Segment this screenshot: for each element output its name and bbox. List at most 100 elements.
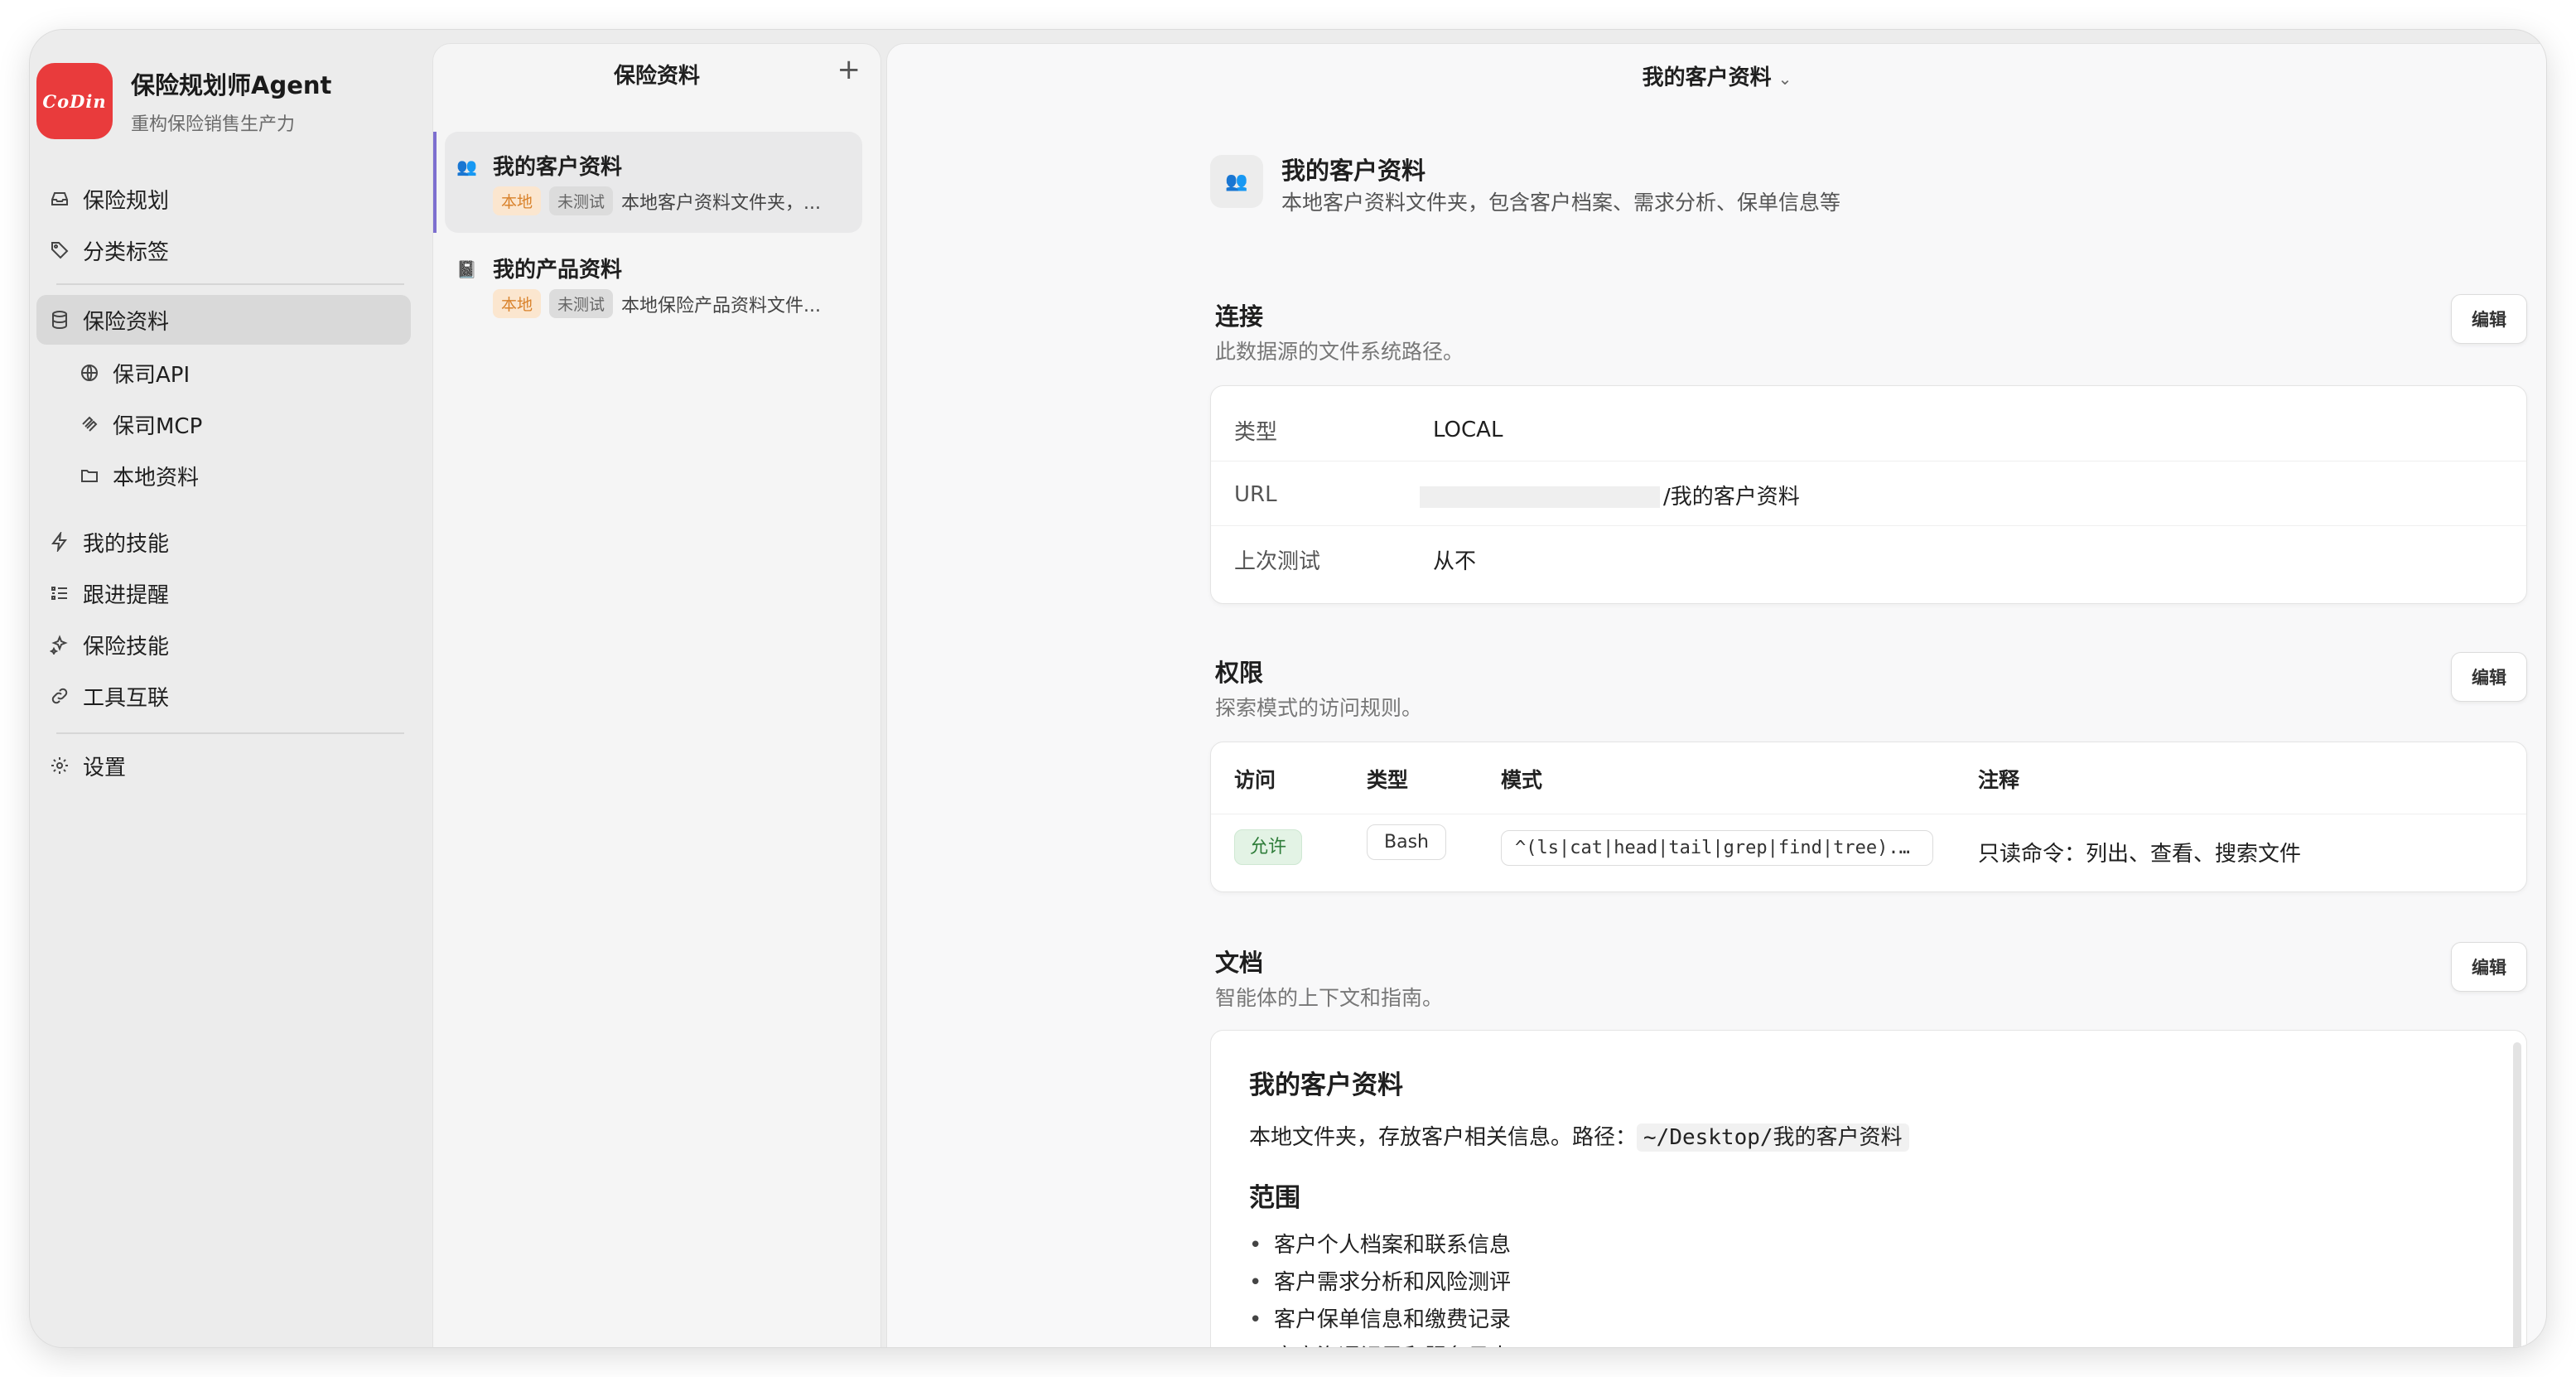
- list-item: 客户沟通记录和服务日志: [1249, 1340, 1511, 1347]
- permissions-title: 权限: [1215, 659, 1264, 687]
- docs-subtitle: 智能体的上下文和指南。: [1215, 986, 1444, 1010]
- app-logo: CoDin: [36, 63, 113, 139]
- detail-title-dropdown[interactable]: 我的客户资料 ⌄: [887, 60, 2546, 91]
- sparkle-icon: [48, 633, 71, 656]
- permissions-edit-button[interactable]: 编辑: [2451, 652, 2527, 702]
- doc-paragraph: 本地文件夹，存放客户相关信息。路径： ~/Desktop/我的客户资料: [1249, 1120, 1909, 1152]
- column-header: 注释: [1978, 768, 2020, 792]
- list-item: 客户保单信息和缴费记录: [1249, 1302, 1511, 1340]
- connection-subtitle: 此数据源的文件系统路径。: [1215, 340, 1464, 364]
- sources-title: 保险资料: [613, 64, 700, 89]
- sidebar: CoDin 保险规划师Agent 重构保险销售生产力 保险规划 分类标签 保险资…: [30, 30, 431, 1347]
- sidebar-item-follow-up[interactable]: 跟进提醒: [36, 568, 411, 618]
- redacted-path: [1420, 486, 1660, 508]
- checklist-icon: [48, 582, 71, 605]
- sources-panel: 保险资料 + 👥 我的客户资料 本地 未测试 本地客户资料文件夹，... 📓 我…: [432, 43, 881, 1347]
- docs-title: 文档: [1215, 949, 1264, 977]
- sidebar-item-label: 保险规划: [83, 188, 170, 214]
- doc-subheading: 范围: [1249, 1183, 1300, 1213]
- source-item[interactable]: 📓 我的产品资料 本地 未测试 本地保险产品资料文件...: [445, 234, 862, 336]
- local-badge: 本地: [493, 186, 542, 215]
- sidebar-item-label: 分类标签: [83, 239, 170, 265]
- sidebar-divider: [56, 732, 404, 734]
- kv-row: 上次测试 从不: [1211, 527, 2526, 592]
- app-name: 保险规划师Agent: [131, 71, 332, 99]
- source-name: 我的客户资料: [493, 155, 623, 180]
- app-subtitle: 重构保险销售生产力: [131, 114, 296, 135]
- kv-row: URL /我的客户资料: [1211, 462, 2526, 527]
- sidebar-divider: [56, 283, 404, 285]
- docs-card: 我的客户资料 本地文件夹，存放客户相关信息。路径： ~/Desktop/我的客户资…: [1210, 1030, 2527, 1347]
- tag-icon: [48, 239, 71, 262]
- kv-value: LOCAL: [1433, 418, 1503, 442]
- sidebar-item-insurer-mcp[interactable]: 保司MCP: [66, 399, 411, 449]
- doc-paragraph-text: 本地文件夹，存放客户相关信息。路径：: [1249, 1125, 1638, 1150]
- users-icon: 👥: [456, 157, 477, 176]
- globe-icon: [78, 361, 101, 384]
- permissions-subtitle: 探索模式的访问规则。: [1215, 696, 1423, 720]
- gear-icon: [48, 754, 71, 777]
- source-item[interactable]: 👥 我的客户资料 本地 未测试 本地客户资料文件夹，...: [433, 132, 862, 233]
- detail-title: 我的客户资料: [1642, 65, 1772, 90]
- sidebar-item-tool-integration[interactable]: 工具互联: [36, 671, 411, 721]
- table-row: 允许: [1234, 829, 1303, 865]
- sidebar-item-settings[interactable]: 设置: [36, 741, 411, 790]
- doc-heading: 我的客户资料: [1249, 1070, 1403, 1100]
- scrollbar[interactable]: [2513, 1042, 2521, 1347]
- source-desc: 本地客户资料文件夹，...: [621, 192, 822, 214]
- sidebar-item-label: 我的技能: [83, 531, 170, 557]
- sidebar-item-insurer-api[interactable]: 保司API: [66, 348, 411, 398]
- type-badge: Bash: [1367, 824, 1446, 860]
- sources-header: 保险资料 +: [433, 44, 880, 95]
- kv-key: 上次测试: [1234, 548, 1321, 574]
- status-badge: 未测试: [549, 289, 614, 318]
- connection-card: 类型 LOCAL URL /我的客户资料 上次测试 从不: [1210, 385, 2527, 604]
- sidebar-item-local-data[interactable]: 本地资料: [66, 451, 411, 500]
- source-name: 我的产品资料: [493, 258, 623, 283]
- access-badge: 允许: [1234, 829, 1303, 865]
- users-icon: 👥: [1210, 155, 1263, 208]
- doc-code-path: ~/Desktop/我的客户资料: [1637, 1123, 1909, 1152]
- source-desc: 本地保险产品资料文件...: [621, 295, 822, 316]
- pattern-code: ^(ls|cat|head|tail|grep|find|tree)...: [1501, 830, 1933, 866]
- kv-key: URL: [1234, 482, 1277, 507]
- sidebar-item-tags[interactable]: 分类标签: [36, 225, 411, 275]
- sidebar-item-label: 保司API: [113, 362, 191, 388]
- sidebar-item-insurance-data[interactable]: 保险资料: [36, 295, 411, 345]
- detail-panel: 我的客户资料 ⌄ 👥 我的客户资料 本地客户资料文件夹，包含客户档案、需求分析、保…: [886, 43, 2546, 1347]
- kv-key: 类型: [1234, 419, 1278, 445]
- inbox-icon: [48, 187, 71, 210]
- docs-edit-button[interactable]: 编辑: [2451, 942, 2527, 992]
- sidebar-item-label: 设置: [83, 755, 127, 780]
- doc-list: 客户个人档案和联系信息 客户需求分析和风险测评 客户保单信息和缴费记录 客户沟通…: [1249, 1228, 1511, 1347]
- chevron-down-icon: ⌄: [1778, 69, 1792, 89]
- kv-value: /我的客户资料: [1663, 484, 1800, 510]
- brand: CoDin 保险规划师Agent 重构保险销售生产力: [36, 63, 331, 139]
- note-text: 只读命令：列出、查看、搜索文件: [1978, 842, 2302, 867]
- add-source-button[interactable]: +: [837, 56, 861, 84]
- mcp-icon: [78, 413, 101, 436]
- link-icon: [48, 684, 71, 708]
- sidebar-item-insurance-skills[interactable]: 保险技能: [36, 620, 411, 669]
- sidebar-item-label: 保司MCP: [113, 413, 203, 439]
- notebook-icon: 📓: [456, 259, 477, 279]
- sidebar-item-label: 保险技能: [83, 634, 170, 660]
- sidebar-item-insurance-plan[interactable]: 保险规划: [36, 174, 411, 224]
- database-icon: [48, 308, 71, 331]
- local-badge: 本地: [493, 289, 542, 318]
- sidebar-item-label: 工具互联: [83, 685, 170, 711]
- column-header: 访问: [1234, 768, 1276, 792]
- list-item: 客户需求分析和风险测评: [1249, 1265, 1511, 1302]
- source-title: 我的客户资料: [1281, 157, 1426, 185]
- permissions-table: 访问 类型 模式 注释 允许 Bash ^(ls|cat|head|tail|g…: [1210, 742, 2527, 892]
- source-description: 本地客户资料文件夹，包含客户档案、需求分析、保单信息等: [1281, 191, 1841, 215]
- connection-edit-button[interactable]: 编辑: [2451, 294, 2527, 344]
- sidebar-item-label: 跟进提醒: [83, 582, 170, 608]
- kv-row: 类型 LOCAL: [1211, 398, 2526, 462]
- bolt-icon: [48, 530, 71, 553]
- sidebar-item-label: 保险资料: [83, 309, 170, 335]
- kv-value: 从不: [1433, 548, 1477, 574]
- app-window: CoDin 保险规划师Agent 重构保险销售生产力 保险规划 分类标签 保险资…: [30, 30, 2546, 1347]
- folder-icon: [78, 464, 101, 487]
- sidebar-item-my-skills[interactable]: 我的技能: [36, 517, 411, 567]
